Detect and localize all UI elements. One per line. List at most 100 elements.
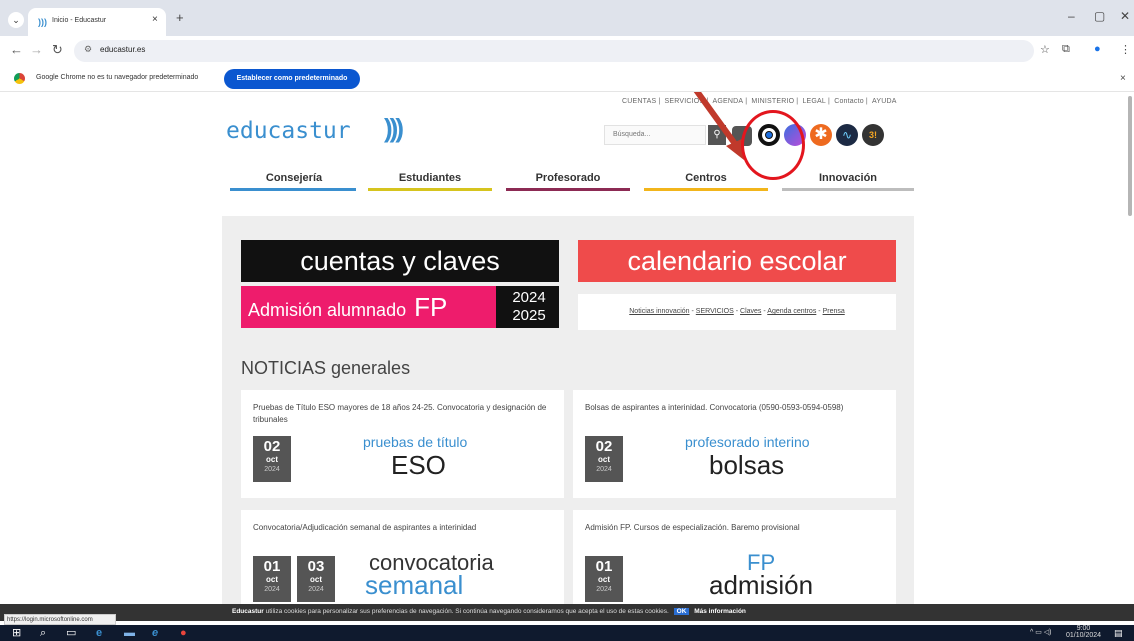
nav-consejeria[interactable]: Consejería (230, 172, 358, 184)
date-day: 01 (263, 558, 281, 575)
news-card[interactable]: Bolsas de aspirantes a interinidad. Conv… (573, 390, 896, 498)
date-badge: 02 oct 2024 (585, 436, 623, 482)
date-month: oct (598, 575, 610, 584)
browser-tab-bar: ⌄ ))) Inicio - Educastur × + – ▢ ✕ (0, 0, 1134, 36)
address-bar[interactable]: ⚙ educastur.es (74, 40, 1034, 62)
banner-cuentas-claves[interactable]: cuentas y claves (241, 240, 559, 282)
admision-years: 2024 2025 (501, 289, 557, 325)
task-view-icon[interactable]: ▭ (66, 627, 76, 639)
news-card[interactable]: Pruebas de Título ESO mayores de 18 años… (241, 390, 564, 498)
link-agenda-centros[interactable]: Agenda centros (767, 308, 816, 315)
set-default-button[interactable]: Establecer como predeterminado (224, 69, 360, 89)
chrome-taskbar-icon[interactable]: ● (180, 627, 187, 639)
minimize-button[interactable]: – (1068, 9, 1075, 23)
browser-tab[interactable]: ))) Inicio - Educastur × (28, 8, 166, 36)
system-tray-icon[interactable]: ^ ▭ ◁) (1030, 628, 1052, 636)
news-card-headline: admisión (709, 570, 814, 600)
nav-innovacion[interactable]: Innovación (782, 172, 914, 184)
toplink-ayuda[interactable]: AYUDA (872, 98, 897, 105)
date-year: 2024 (308, 586, 324, 593)
web-page: CUENTAS | SERVICIOS | AGENDA | MINISTERIO | … (0, 92, 1134, 606)
taskbar-time: 9:00 (1076, 625, 1091, 632)
app-blog-icon[interactable]: 3! (862, 124, 884, 146)
status-url-tooltip: https://login.microsoftonline.com (4, 614, 116, 625)
news-card[interactable]: Admisión FP. Cursos de especialización. … (573, 510, 896, 606)
date-year: 2024 (596, 586, 612, 593)
news-card-headline: ESO (391, 450, 446, 480)
bookmark-star-icon[interactable]: ☆ (1040, 43, 1050, 56)
browser-toolbar: ← → ↻ ⚙ educastur.es ☆ ⧉ ● ⋮ (0, 36, 1134, 66)
ie-icon[interactable]: e (152, 627, 158, 639)
date-badge: 01 oct 2024 (253, 556, 291, 602)
link-servicios[interactable]: SERVICIOS (696, 308, 734, 315)
news-card-title[interactable]: Bolsas de aspirantes a interinidad. Conv… (585, 402, 885, 414)
app-wave-icon[interactable]: ∿ (836, 124, 858, 146)
admision-text: Admisión alumnado (248, 300, 407, 320)
nav-profesorado[interactable]: Profesorado (506, 172, 630, 184)
logo-waves-icon: ))) (384, 113, 404, 143)
nav-estudiantes[interactable]: Estudiantes (368, 172, 492, 184)
tab-close-icon[interactable]: × (152, 14, 158, 25)
news-card-headline: bolsas (709, 450, 785, 480)
news-card[interactable]: Convocatoria/Adjudicación semanal de asp… (241, 510, 564, 606)
banner-calendario-escolar[interactable]: calendario escolar (578, 240, 896, 282)
edge-icon[interactable]: e (96, 627, 102, 639)
taskbar-date: 01/10/2024 (1066, 632, 1102, 639)
link-claves[interactable]: Claves (740, 308, 761, 315)
cookie-brand: Educastur (232, 608, 264, 615)
close-window-button[interactable]: ✕ (1120, 9, 1130, 23)
cookie-text: utiliza cookies para personalizar sus pr… (265, 608, 669, 615)
toplink-legal[interactable]: LEGAL (802, 98, 826, 105)
tab-search-button[interactable]: ⌄ (8, 12, 24, 28)
admision-label: Admisión alumnado FP (241, 286, 496, 328)
date-day: 01 (595, 558, 613, 575)
nav-line-innovacion (782, 188, 914, 191)
cookie-ok-button[interactable]: OK (673, 608, 690, 615)
news-card-title[interactable]: Pruebas de Título ESO mayores de 18 años… (253, 402, 553, 426)
news-section-title: NOTICIAS generales (241, 358, 411, 378)
link-prensa[interactable]: Prensa (823, 308, 845, 315)
link-noticias-innovacion[interactable]: Noticias innovación (629, 308, 689, 315)
maximize-button[interactable]: ▢ (1094, 9, 1105, 23)
admision-year-1: 2024 (512, 289, 546, 306)
nav-line-estudiantes (368, 188, 492, 191)
date-day: 02 (595, 438, 613, 455)
windows-taskbar: ⊞ ⌕ ▭ e ▬ e ● ^ ▭ ◁) 9:00 01/10/2024 ▤ (0, 625, 1134, 641)
file-explorer-icon[interactable]: ▬ (124, 627, 135, 639)
new-tab-button[interactable]: + (176, 10, 184, 25)
infobar-close-icon[interactable]: × (1120, 73, 1126, 84)
taskbar-search-icon[interactable]: ⌕ (40, 627, 46, 639)
notifications-icon[interactable]: ▤ (1114, 627, 1123, 639)
taskbar-clock[interactable]: 9:00 01/10/2024 (1066, 625, 1101, 639)
back-icon[interactable]: ← (10, 42, 23, 57)
toplink-contacto[interactable]: Contacto (834, 98, 864, 105)
banner-admision-fp[interactable]: Admisión alumnado FP 2024 2025 (241, 286, 559, 328)
infobar-message: Google Chrome no es tu navegador predete… (36, 74, 199, 81)
windows-start-icon[interactable]: ⊞ (12, 627, 21, 639)
forward-icon[interactable]: → (30, 42, 43, 57)
date-badge: 02 oct 2024 (253, 436, 291, 482)
app-star-icon[interactable]: ✱ (810, 124, 832, 146)
quick-links: Noticias innovación - SERVICIOS - Claves… (578, 308, 896, 315)
date-month: oct (310, 575, 322, 584)
chrome-menu-icon[interactable]: ⋮ (1120, 43, 1131, 56)
profile-avatar-icon[interactable]: ● (1094, 43, 1101, 55)
date-year: 2024 (264, 586, 280, 593)
site-info-icon[interactable]: ⚙ (84, 44, 92, 55)
cookie-more-info-link[interactable]: Más información (694, 608, 746, 615)
educastur-favicon-icon: ))) (38, 17, 47, 27)
admision-year-2: 2025 (512, 307, 546, 324)
page-scrollbar[interactable] (1128, 96, 1132, 216)
date-month: oct (598, 455, 610, 464)
date-day: 03 (307, 558, 325, 575)
educastur-logo[interactable]: educastur (226, 118, 351, 144)
reload-icon[interactable]: ↻ (52, 42, 63, 58)
news-card-title[interactable]: Admisión FP. Cursos de especialización. … (585, 522, 885, 534)
news-card-title[interactable]: Convocatoria/Adjudicación semanal de asp… (253, 522, 553, 534)
cookie-message: Educastur utiliza cookies para personali… (232, 608, 746, 615)
date-month: oct (266, 455, 278, 464)
extensions-icon[interactable]: ⧉ (1062, 43, 1070, 56)
admision-fp-text: FP (414, 292, 448, 322)
news-card-subtitle: pruebas de título (363, 434, 468, 450)
date-badge: 01 oct 2024 (585, 556, 623, 602)
